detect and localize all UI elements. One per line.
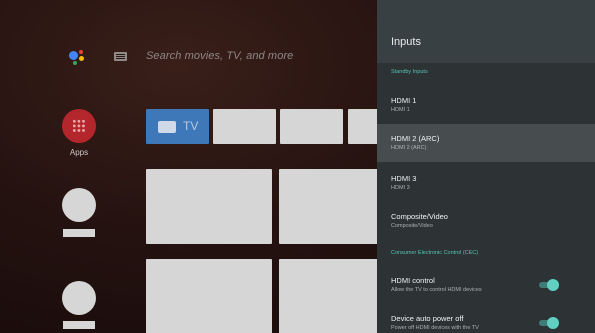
section-label-standby: Standby Inputs: [391, 69, 428, 75]
tv-tile-label: TV: [183, 119, 199, 133]
setting-device-auto-power-off[interactable]: Device auto power off Power off HDMI dev…: [377, 304, 595, 333]
setting-subtitle: Allow the TV to control HDMI devices: [391, 287, 482, 293]
content-tile[interactable]: [279, 259, 389, 333]
google-assistant-icon[interactable]: [68, 48, 88, 68]
input-subtitle: HDMI 2 (ARC): [391, 145, 427, 151]
apps-grid-icon: [72, 119, 86, 133]
apps-button[interactable]: [62, 109, 96, 143]
panel-title: Inputs: [391, 36, 421, 48]
content-tile[interactable]: [146, 259, 272, 333]
setting-hdmi-control[interactable]: HDMI control Allow the TV to control HDM…: [377, 266, 595, 304]
apps-label: Apps: [69, 148, 89, 157]
channel-name-placeholder: [63, 321, 95, 329]
input-title: HDMI 1: [391, 96, 417, 105]
panel-header: Inputs: [377, 0, 595, 63]
input-title: HDMI 3: [391, 174, 417, 183]
keyboard-icon[interactable]: [114, 52, 127, 61]
toggle-thumb: [547, 317, 559, 329]
input-item-composite-video[interactable]: Composite/Video Composite/Video: [377, 202, 595, 240]
search-input[interactable]: Search movies, TV, and more: [146, 50, 293, 62]
toggle-thumb: [547, 279, 559, 291]
input-item-hdmi-2-arc[interactable]: HDMI 2 (ARC) HDMI 2 (ARC): [377, 124, 595, 162]
channel-tile[interactable]: [280, 109, 343, 144]
input-subtitle: HDMI 3: [391, 185, 410, 191]
input-title: HDMI 2 (ARC): [391, 134, 440, 143]
tv-input-tile[interactable]: TV: [146, 109, 209, 144]
inputs-panel: Inputs Standby Inputs HDMI 1 HDMI 1 HDMI…: [377, 0, 595, 333]
channel-tile[interactable]: [213, 109, 276, 144]
setting-subtitle: Power off HDMI devices with the TV: [391, 325, 479, 331]
content-tile[interactable]: [279, 169, 389, 244]
channel-name-placeholder: [63, 229, 95, 237]
setting-title: Device auto power off: [391, 314, 464, 323]
input-title: Composite/Video: [391, 212, 448, 221]
tv-icon: [158, 121, 176, 133]
input-subtitle: HDMI 1: [391, 107, 410, 113]
input-subtitle: Composite/Video: [391, 223, 433, 229]
channel-avatar[interactable]: [62, 281, 96, 315]
hdmi-control-toggle[interactable]: [539, 279, 559, 291]
setting-title: HDMI control: [391, 276, 435, 285]
input-item-hdmi-3[interactable]: HDMI 3 HDMI 3: [377, 164, 595, 202]
device-auto-power-off-toggle[interactable]: [539, 317, 559, 329]
channel-avatar[interactable]: [62, 188, 96, 222]
content-tile[interactable]: [146, 169, 272, 244]
section-label-cec: Consumer Electronic Control (CEC): [391, 250, 479, 256]
input-item-hdmi-1[interactable]: HDMI 1 HDMI 1: [377, 86, 595, 124]
